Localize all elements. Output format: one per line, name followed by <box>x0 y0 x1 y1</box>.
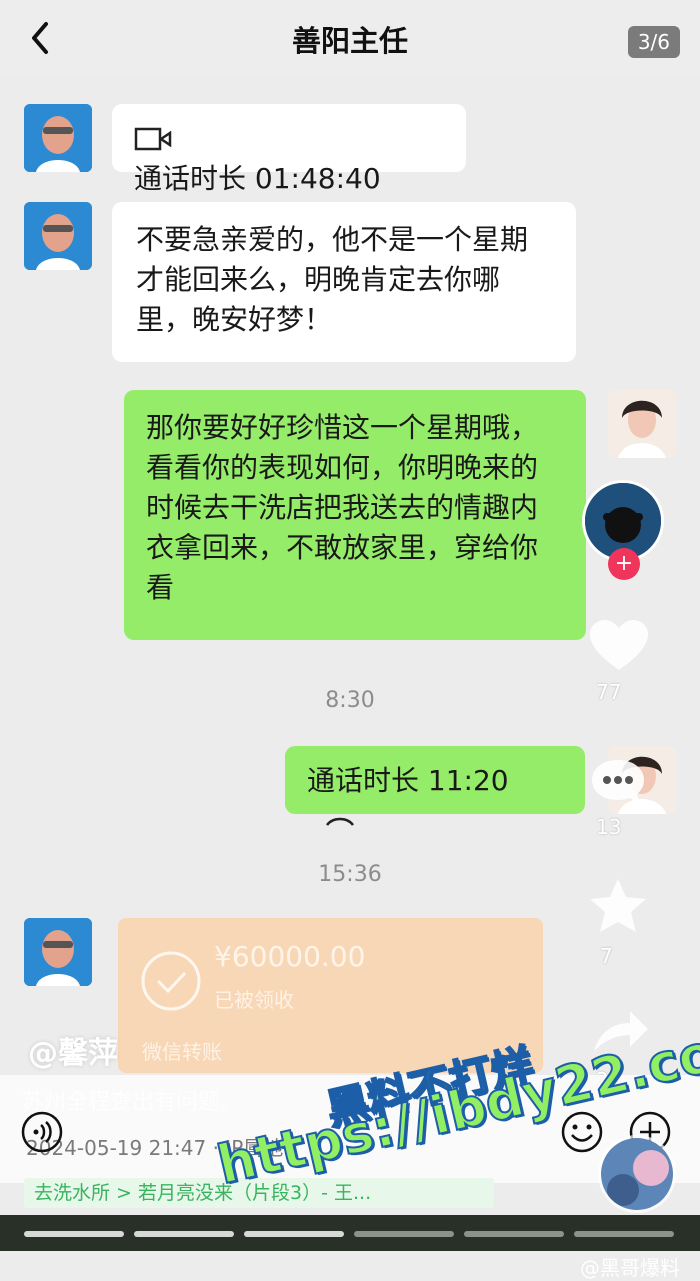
call-duration-text: 通话时长 11:20 <box>307 764 509 797</box>
transfer-status: 已被领收 <box>214 988 294 1012</box>
call-duration-bubble[interactable]: 通话时长 11:20 <box>285 746 585 826</box>
favorite-count: 7 <box>600 944 613 968</box>
video-call-icon <box>134 127 172 151</box>
call-duration-text: 通话时长 01:48:40 <box>134 162 381 195</box>
progress-segment <box>24 1231 124 1237</box>
video-author[interactable]: @馨萍 <box>28 1028 118 1072</box>
message-text: 那你要好好珍惜这一个星期哦，看看你的表现如何，你明晚来的时候去干洗店把我送去的情… <box>146 411 539 604</box>
comment-icon[interactable] <box>588 756 648 806</box>
message-bubble[interactable]: 那你要好好珍惜这一个星期哦，看看你的表现如何，你明晚来的时候去干洗店把我送去的情… <box>124 390 586 640</box>
progress-segment <box>134 1231 234 1237</box>
avatar[interactable] <box>24 202 92 270</box>
comment-count: 13 <box>596 815 622 839</box>
chat-header: 善阳主任 3/6 <box>0 0 700 76</box>
avatar[interactable] <box>24 918 92 986</box>
credit-label: @黑哥爆料 <box>580 1256 680 1280</box>
page-title: 善阳主任 <box>291 24 408 58</box>
transfer-footer: 微信转账 <box>142 1040 222 1064</box>
phone-hangup-icon <box>326 817 354 826</box>
progress-bar <box>0 1215 700 1251</box>
progress-segment <box>464 1231 564 1237</box>
voice-icon[interactable] <box>20 1110 64 1154</box>
check-circle-icon <box>141 951 201 1011</box>
message-text: 不要急亲爱的，他不是一个星期才能回来么，明晚肯定去你哪里，晚安好梦！ <box>136 223 529 336</box>
page-indicator: 3/6 <box>627 26 680 58</box>
avatar[interactable] <box>24 104 92 172</box>
star-icon[interactable] <box>586 875 650 937</box>
call-duration-bubble[interactable]: 通话时长 01:48:40 <box>112 104 466 195</box>
progress-segment <box>244 1231 344 1237</box>
heart-icon[interactable] <box>586 618 652 674</box>
avatar[interactable] <box>608 390 676 458</box>
progress-segment <box>354 1231 454 1237</box>
message-bubble[interactable]: 不要急亲爱的，他不是一个星期才能回来么，明晚肯定去你哪里，晚安好梦！ <box>112 202 576 362</box>
music-disc[interactable] <box>598 1135 676 1213</box>
follow-button[interactable]: + <box>608 548 640 580</box>
transfer-amount: ¥60000.00 <box>214 940 366 973</box>
like-count: 77 <box>596 680 622 704</box>
progress-segment <box>574 1231 674 1237</box>
